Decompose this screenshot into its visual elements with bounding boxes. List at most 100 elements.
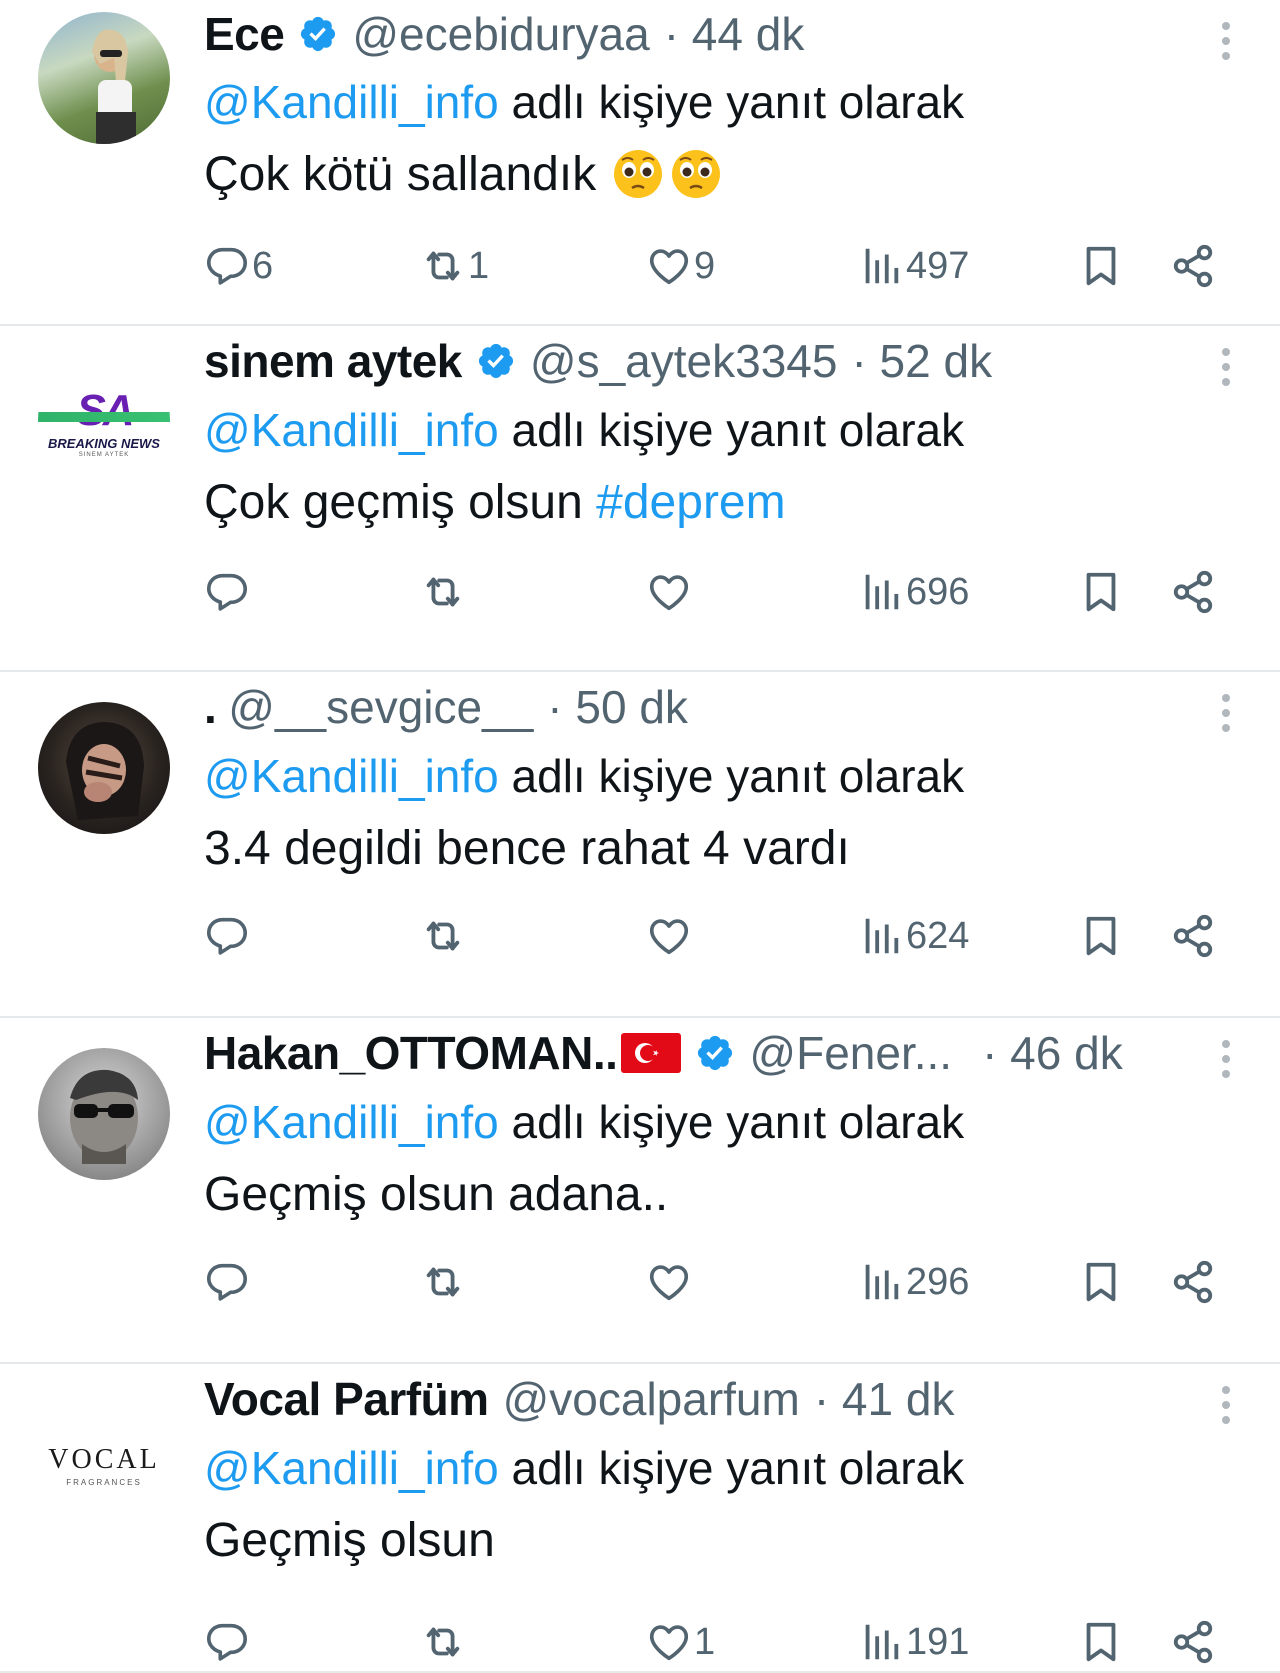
avatar-logo-text: SA <box>76 386 134 435</box>
author-handle[interactable]: @vocalparfum <box>503 1372 800 1426</box>
reply-button[interactable] <box>204 1252 252 1312</box>
reply-button[interactable]: 6 <box>204 236 273 296</box>
tweet-header: . @__sevgice__ · 50 dk <box>204 672 1220 742</box>
views-button[interactable]: 497 <box>858 236 969 296</box>
author-name[interactable]: . <box>204 680 217 734</box>
more-icon[interactable] <box>1220 1384 1232 1426</box>
avatar[interactable]: SA BREAKING NEWS SINEM AYTEK <box>38 354 170 486</box>
retweet-button[interactable] <box>420 1612 468 1672</box>
like-button[interactable] <box>646 1252 694 1312</box>
retweet-icon <box>420 243 466 289</box>
reply-button[interactable] <box>204 562 252 622</box>
bookmark-icon <box>1078 243 1124 289</box>
reply-icon <box>204 569 250 615</box>
tweet-actions: 624 <box>204 906 1224 966</box>
share-button[interactable] <box>1170 1252 1216 1312</box>
views-icon <box>858 243 904 289</box>
retweet-icon <box>420 913 466 959</box>
bookmark-button[interactable] <box>1078 906 1124 966</box>
tweet[interactable]: Ece @ecebiduryaa · 44 dk @Kandilli_info … <box>0 0 1280 326</box>
tweet-body: 3.4 degildi bence rahat 4 vardı <box>204 821 850 875</box>
timestamp[interactable]: · 46 dk <box>982 1026 1123 1080</box>
bookmark-button[interactable] <box>1078 1252 1124 1312</box>
views-count: 296 <box>906 1260 970 1303</box>
reply-context: @Kandilli_info adlı kişiye yanıt olarak <box>204 68 1220 136</box>
tweet-text: Çok kötü sallandık <box>204 136 1220 212</box>
timestamp[interactable]: · 44 dk <box>664 7 805 61</box>
retweet-button[interactable] <box>420 906 468 966</box>
avatar[interactable] <box>38 12 170 144</box>
avatar-photo <box>92 29 136 144</box>
reply-button[interactable] <box>204 906 252 966</box>
like-button[interactable]: 1 <box>646 1612 715 1672</box>
share-button[interactable] <box>1170 1612 1216 1672</box>
reply-icon <box>204 1259 250 1305</box>
reply-context: @Kandilli_info adlı kişiye yanıt olarak <box>204 396 1220 464</box>
bookmark-button[interactable] <box>1078 562 1124 622</box>
avatar[interactable] <box>38 1048 170 1180</box>
author-name[interactable]: sinem aytek <box>204 334 462 388</box>
views-button[interactable]: 296 <box>858 1252 969 1312</box>
reply-mention-link[interactable]: @Kandilli_info <box>204 1095 499 1149</box>
author-handle[interactable]: @ecebiduryaa <box>352 7 649 61</box>
author-name[interactable]: Ece <box>204 7 285 61</box>
reply-button[interactable] <box>204 1612 252 1672</box>
share-icon <box>1170 243 1216 289</box>
views-button[interactable]: 696 <box>858 562 969 622</box>
tweet[interactable]: Hakan_OTTOMAN.. @Fener... · 46 dk @Kandi… <box>0 1018 1280 1364</box>
retweet-icon <box>420 569 466 615</box>
tweet-actions: 696 <box>204 562 1224 622</box>
like-icon <box>646 243 692 289</box>
bookmark-button[interactable] <box>1078 1612 1124 1672</box>
author-handle[interactable]: @Fener... <box>749 1026 952 1080</box>
views-button[interactable]: 624 <box>858 906 969 966</box>
more-icon[interactable] <box>1220 1038 1232 1080</box>
more-icon[interactable] <box>1220 692 1232 734</box>
retweet-button[interactable] <box>420 562 468 622</box>
like-button[interactable]: 9 <box>646 236 715 296</box>
share-button[interactable] <box>1170 562 1216 622</box>
more-icon[interactable] <box>1220 346 1232 388</box>
retweet-icon <box>420 1259 466 1305</box>
tweet-text: 3.4 degildi bence rahat 4 vardı <box>204 810 1220 886</box>
like-icon <box>646 913 692 959</box>
retweet-button[interactable] <box>420 1252 468 1312</box>
author-handle[interactable]: @__sevgice__ <box>228 680 533 734</box>
share-icon <box>1170 569 1216 615</box>
timestamp[interactable]: · 52 dk <box>851 334 992 388</box>
reply-icon <box>204 243 250 289</box>
tweet-body: Çok geçmiş olsun <box>204 475 597 529</box>
tweet[interactable]: SA BREAKING NEWS SINEM AYTEK sinem aytek… <box>0 326 1280 672</box>
author-name[interactable]: Hakan_OTTOMAN.. <box>204 1026 618 1080</box>
like-button[interactable] <box>646 562 694 622</box>
reply-mention-link[interactable]: @Kandilli_info <box>204 1441 499 1495</box>
share-icon <box>1170 913 1216 959</box>
verified-badge-icon <box>695 1033 735 1073</box>
views-button[interactable]: 191 <box>858 1612 969 1672</box>
more-icon[interactable] <box>1220 20 1232 62</box>
reply-label: adlı kişiye yanıt olarak <box>498 76 965 128</box>
author-name[interactable]: Vocal Parfüm <box>204 1372 489 1426</box>
timestamp[interactable]: · 50 dk <box>547 680 688 734</box>
tweet-text: Geçmiş olsun <box>204 1502 1220 1578</box>
like-button[interactable] <box>646 906 694 966</box>
reply-mention-link[interactable]: @Kandilli_info <box>204 75 499 129</box>
share-button[interactable] <box>1170 906 1216 966</box>
bookmark-button[interactable] <box>1078 236 1124 296</box>
hashtag-link[interactable]: #deprem <box>596 475 785 530</box>
tweet[interactable]: . @__sevgice__ · 50 dk @Kandilli_info ad… <box>0 672 1280 1018</box>
retweet-button[interactable]: 1 <box>420 236 489 296</box>
timestamp[interactable]: · 41 dk <box>814 1372 955 1426</box>
views-icon <box>858 1619 904 1665</box>
reply-context: @Kandilli_info adlı kişiye yanıt olarak <box>204 1434 1220 1502</box>
avatar[interactable] <box>38 702 170 834</box>
author-handle[interactable]: @s_aytek3345 <box>530 334 838 388</box>
share-button[interactable] <box>1170 236 1216 296</box>
reply-mention-link[interactable]: @Kandilli_info <box>204 749 499 803</box>
avatar[interactable]: VOCAL FRAGRANCES <box>38 1394 170 1526</box>
tweet-header: Ece @ecebiduryaa · 44 dk <box>204 0 1220 68</box>
verified-badge-icon <box>298 14 338 54</box>
like-icon <box>646 1619 692 1665</box>
reply-mention-link[interactable]: @Kandilli_info <box>204 403 499 457</box>
tweet[interactable]: VOCAL FRAGRANCES Vocal Parfüm @vocalparf… <box>0 1364 1280 1673</box>
